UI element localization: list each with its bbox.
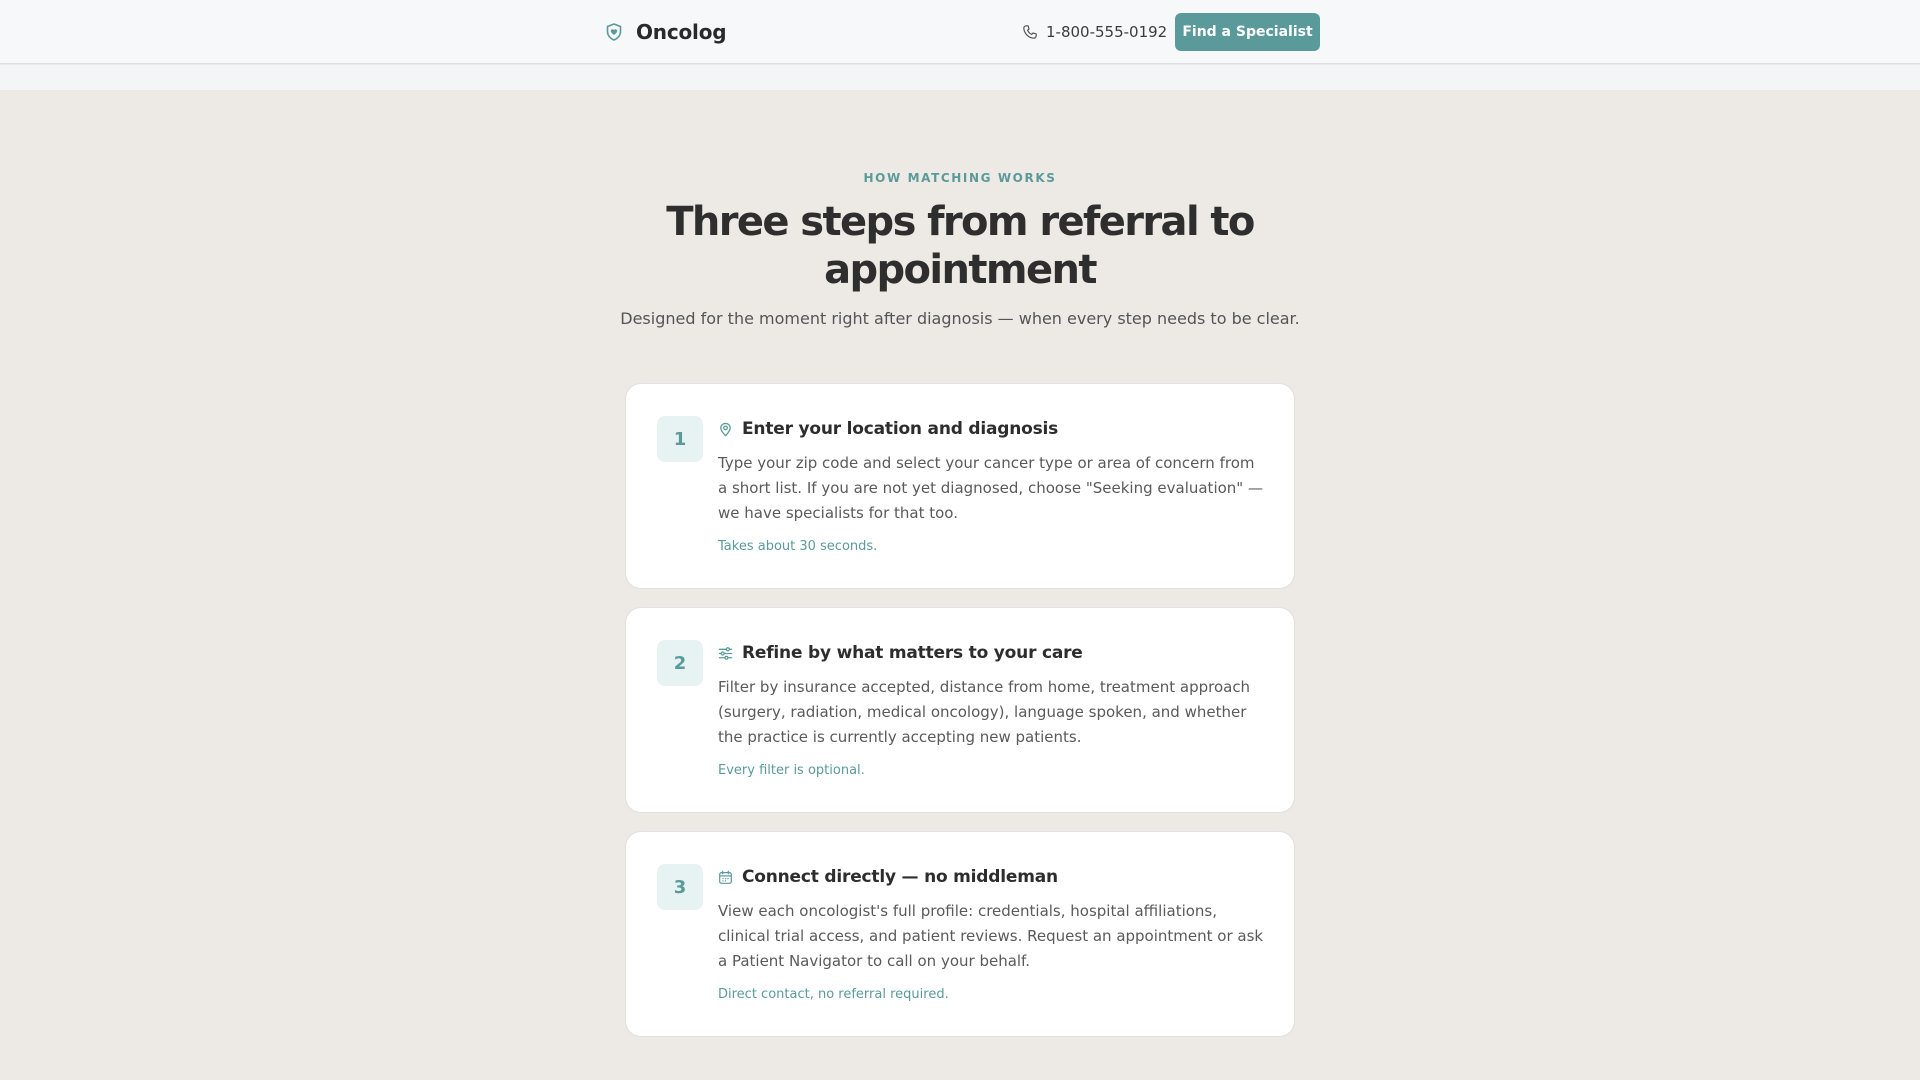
header-substrip <box>0 65 1920 90</box>
step-note: Takes about 30 seconds. <box>718 539 878 554</box>
section-eyebrow: HOW MATCHING WORKS <box>863 171 1057 185</box>
step-title: Enter your location and diagnosis <box>742 419 1059 439</box>
step-description: View each oncologist's full profile: cre… <box>718 902 1264 970</box>
step-number-badge: 1 <box>657 416 703 462</box>
step-heading: Connect directly — no middleman <box>718 865 1058 889</box>
step-note: Direct contact, no referral required. <box>718 987 949 1002</box>
brand-logo-link[interactable]: Oncolog <box>604 18 727 46</box>
step-number-badge: 3 <box>657 864 703 910</box>
step-description: Type your zip code and select your cance… <box>718 454 1263 522</box>
phone-icon <box>1022 24 1038 40</box>
step-note: Every filter is optional. <box>718 763 865 778</box>
step-card-2: 2 Refine by what matters to your care Fi… <box>625 607 1295 813</box>
step-description: Filter by insurance accepted, distance f… <box>718 678 1251 746</box>
calendar-icon <box>718 870 733 885</box>
map-pin-icon <box>718 422 733 437</box>
step-title: Refine by what matters to your care <box>742 643 1083 663</box>
step-card-3: 3 Connect directly — no middleman View e… <box>625 831 1295 1037</box>
section-subtitle: Designed for the moment right after diag… <box>620 309 1300 328</box>
step-title: Connect directly — no middleman <box>742 867 1058 887</box>
phone-link[interactable]: 1-800-555-0192 <box>1022 20 1167 44</box>
top-navigation-bar: Oncolog 1-800-555-0192 Find a Specialist <box>0 0 1920 64</box>
section-title: Three steps from referral to appointment <box>666 199 1255 293</box>
step-heading: Refine by what matters to your care <box>718 641 1083 665</box>
find-specialist-button[interactable]: Find a Specialist <box>1175 13 1320 51</box>
step-card-1: 1 Enter your location and diagnosis Type… <box>625 383 1295 589</box>
shield-heart-icon <box>604 22 624 42</box>
brand-name: Oncolog <box>636 20 727 44</box>
sliders-icon <box>718 646 733 661</box>
phone-number: 1-800-555-0192 <box>1046 23 1168 41</box>
step-number-badge: 2 <box>657 640 703 686</box>
step-heading: Enter your location and diagnosis <box>718 417 1058 441</box>
